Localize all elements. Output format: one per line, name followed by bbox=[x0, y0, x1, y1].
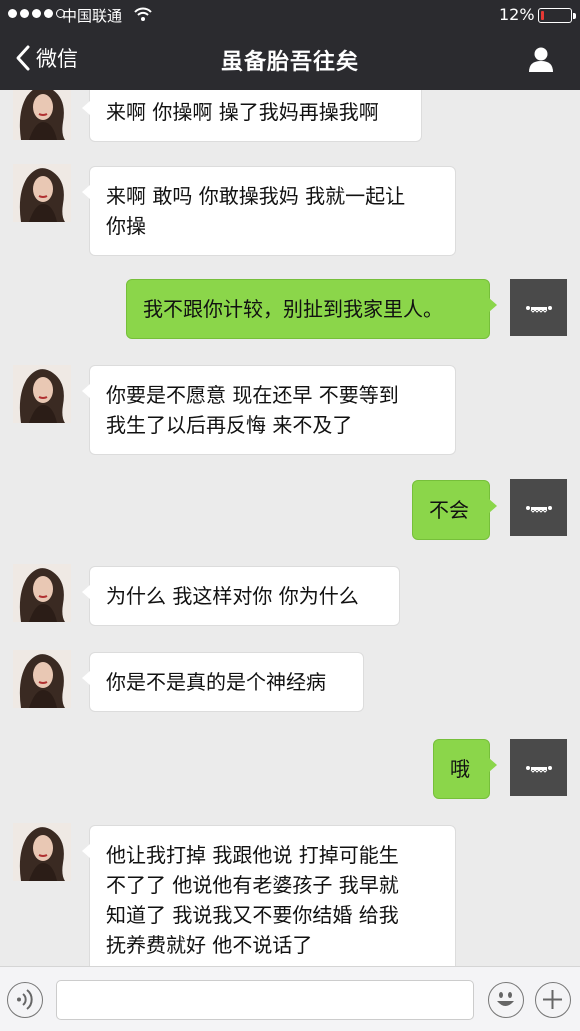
robot-face-icon bbox=[526, 766, 552, 773]
person-icon[interactable] bbox=[526, 44, 556, 74]
message-row: 他让我打掉 我跟他说 打掉可能生 不了了 他说他有老婆孩子 我早就 知道了 我说… bbox=[0, 823, 580, 966]
my-avatar[interactable] bbox=[510, 479, 567, 536]
input-bar bbox=[0, 966, 580, 1031]
portrait-icon bbox=[13, 164, 71, 222]
emoji-button[interactable] bbox=[488, 982, 524, 1018]
robot-face-icon bbox=[526, 306, 552, 313]
message-bubble[interactable]: 来啊 你操啊 操了我妈再操我啊 bbox=[82, 90, 422, 142]
message-list[interactable]: 来啊 你操啊 操了我妈再操我啊 来啊 敢吗 你敢操我妈 我就一起让 你操 我不跟… bbox=[0, 90, 580, 966]
contact-avatar[interactable] bbox=[13, 823, 71, 881]
battery-icon bbox=[538, 8, 576, 23]
voice-button[interactable] bbox=[7, 982, 43, 1018]
my-avatar[interactable] bbox=[510, 279, 567, 336]
message-bubble[interactable]: 他让我打掉 我跟他说 打掉可能生 不了了 他说他有老婆孩子 我早就 知道了 我说… bbox=[82, 825, 456, 966]
contact-avatar[interactable] bbox=[13, 365, 71, 423]
battery-percent: 12% bbox=[499, 5, 535, 24]
message-row: 你要是不愿意 现在还早 不要等到 我生了以后再反悔 来不及了 bbox=[0, 363, 580, 455]
message-bubble[interactable]: 为什么 我这样对你 你为什么 bbox=[82, 566, 400, 626]
emoji-icon bbox=[497, 992, 514, 1006]
battery-fill bbox=[540, 10, 544, 20]
message-bubble[interactable]: 来啊 敢吗 你敢操我妈 我就一起让 你操 bbox=[82, 166, 456, 256]
wifi-icon bbox=[134, 7, 152, 21]
signal-icon bbox=[8, 9, 65, 18]
my-avatar[interactable] bbox=[510, 739, 567, 796]
portrait-icon bbox=[13, 564, 71, 622]
message-row: 不会 bbox=[0, 476, 580, 540]
carrier-name: 中国联通 bbox=[62, 7, 123, 25]
plus-button[interactable] bbox=[535, 982, 571, 1018]
portrait-icon bbox=[13, 90, 71, 140]
contact-avatar[interactable] bbox=[13, 564, 71, 622]
robot-face-icon bbox=[526, 506, 552, 513]
message-row: 哦 bbox=[0, 736, 580, 799]
message-row: 为什么 我这样对你 你为什么 bbox=[0, 564, 580, 626]
message-row: 来啊 敢吗 你敢操我妈 我就一起让 你操 bbox=[0, 164, 580, 256]
message-bubble[interactable]: 你是不是真的是个神经病 bbox=[82, 652, 364, 712]
plus-icon bbox=[543, 990, 562, 1009]
top-bar: 中国联通 12% 微信 虽备胎吾往矣 bbox=[0, 0, 580, 90]
message-row: 来啊 你操啊 操了我妈再操我啊 bbox=[0, 90, 580, 142]
portrait-icon bbox=[13, 650, 71, 708]
message-row: 我不跟你计较，别扯到我家里人。 bbox=[0, 277, 580, 339]
portrait-icon bbox=[13, 823, 71, 881]
message-bubble[interactable]: 不会 bbox=[412, 480, 497, 540]
contact-avatar[interactable] bbox=[13, 164, 71, 222]
portrait-icon bbox=[13, 365, 71, 423]
voice-icon bbox=[17, 989, 33, 1010]
message-bubble[interactable]: 哦 bbox=[433, 739, 497, 799]
message-bubble[interactable]: 你要是不愿意 现在还早 不要等到 我生了以后再反悔 来不及了 bbox=[82, 365, 456, 455]
contact-avatar[interactable] bbox=[13, 90, 71, 140]
chat-title: 虽备胎吾往矣 bbox=[220, 50, 359, 75]
message-bubble[interactable]: 我不跟你计较，别扯到我家里人。 bbox=[126, 279, 497, 339]
message-row: 你是不是真的是个神经病 bbox=[0, 650, 580, 712]
status-bar: 中国联通 12% bbox=[0, 0, 580, 30]
nav-bar: 微信 虽备胎吾往矣 bbox=[0, 30, 580, 90]
contact-avatar[interactable] bbox=[13, 650, 71, 708]
message-input[interactable] bbox=[56, 980, 474, 1020]
